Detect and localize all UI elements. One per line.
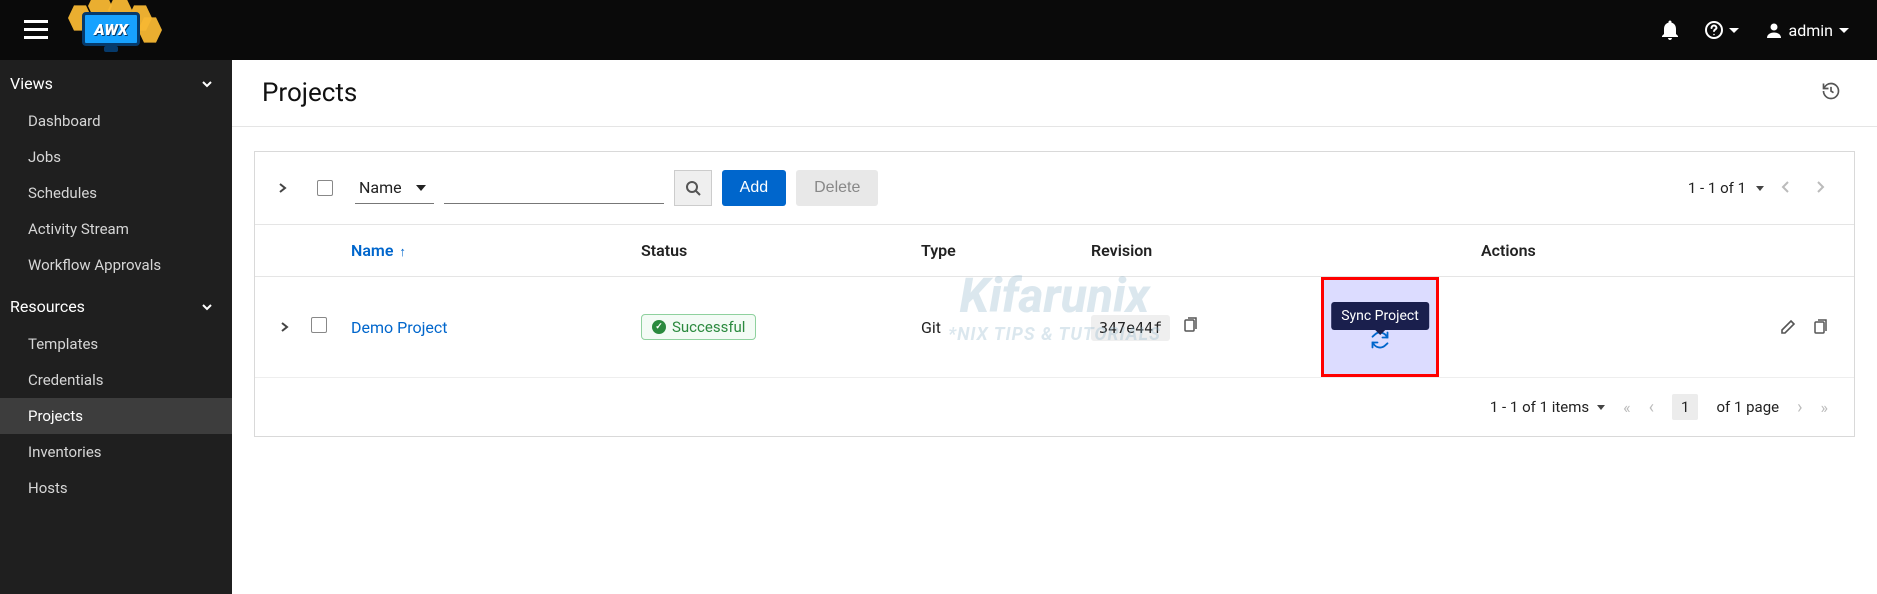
table-row: Demo Project Successful Git 347e44f xyxy=(255,277,1854,378)
filter-field-select[interactable]: Name xyxy=(355,172,434,204)
edit-icon[interactable] xyxy=(1774,313,1802,341)
hamburger-icon[interactable] xyxy=(18,14,54,46)
help-menu[interactable] xyxy=(1705,21,1739,39)
sidebar-section-views[interactable]: Views xyxy=(0,60,232,103)
copy-action-icon[interactable] xyxy=(1806,313,1834,341)
prev-page-button[interactable]: ‹ xyxy=(1649,397,1654,418)
column-header-type[interactable]: Type xyxy=(911,225,1081,277)
prev-page-button[interactable] xyxy=(1774,178,1798,199)
select-all-checkbox[interactable] xyxy=(317,180,333,196)
projects-panel: Name Add Delete 1 - 1 of 1 xyxy=(254,151,1855,437)
sidebar-item-inventories[interactable]: Inventories xyxy=(0,434,232,470)
status-badge[interactable]: Successful xyxy=(641,314,756,340)
footer-pagination: 1 - 1 of 1 items « ‹ 1 of 1 page › » xyxy=(255,378,1854,436)
sidebar-section-label: Views xyxy=(10,74,53,93)
sort-asc-icon: ↑ xyxy=(399,245,406,260)
first-page-button[interactable]: « xyxy=(1623,398,1631,417)
content-area: Kifarunix *NIX TIPS & TUTORIALS Projects… xyxy=(232,60,1877,594)
top-pagination-range[interactable]: 1 - 1 of 1 xyxy=(1688,179,1764,197)
sidebar-item-schedules[interactable]: Schedules xyxy=(0,175,232,211)
projects-table: Name↑ Status Type Revision Actions xyxy=(255,225,1854,378)
column-header-status[interactable]: Status xyxy=(631,225,911,277)
page-title: Projects xyxy=(262,78,357,108)
page-total-text: of 1 page xyxy=(1716,398,1779,416)
copy-icon[interactable] xyxy=(1182,318,1198,337)
items-range-select[interactable]: 1 - 1 of 1 items xyxy=(1490,398,1605,416)
project-name-link[interactable]: Demo Project xyxy=(351,318,448,337)
chevron-down-icon xyxy=(200,77,214,91)
search-button[interactable] xyxy=(674,170,712,206)
notifications-icon[interactable] xyxy=(1661,20,1679,40)
user-menu[interactable]: admin xyxy=(1765,21,1849,40)
delete-button: Delete xyxy=(796,170,878,206)
current-page-number: 1 xyxy=(1672,394,1698,420)
next-page-button[interactable]: › xyxy=(1797,397,1802,418)
sidebar-item-hosts[interactable]: Hosts xyxy=(0,470,232,506)
topbar: AWX admin xyxy=(0,0,1877,60)
column-header-revision[interactable]: Revision xyxy=(1081,225,1321,277)
row-checkbox[interactable] xyxy=(311,317,327,333)
chevron-down-icon xyxy=(200,300,214,314)
sidebar-item-jobs[interactable]: Jobs xyxy=(0,139,232,175)
chevron-down-icon xyxy=(1839,28,1849,33)
column-header-name[interactable]: Name↑ xyxy=(341,225,631,277)
user-label: admin xyxy=(1789,21,1833,40)
sidebar-item-dashboard[interactable]: Dashboard xyxy=(0,103,232,139)
project-type: Git xyxy=(911,277,1081,378)
next-page-button[interactable] xyxy=(1808,178,1832,199)
filter-field-label: Name xyxy=(359,178,402,197)
search-input[interactable] xyxy=(444,172,664,204)
chevron-down-icon xyxy=(1729,28,1739,33)
chevron-down-icon xyxy=(1597,405,1605,410)
sync-action-highlight: Sync Project xyxy=(1321,277,1439,377)
expand-row-icon[interactable] xyxy=(279,318,291,337)
revision-chip: 347e44f xyxy=(1091,315,1170,341)
sidebar-item-projects[interactable]: Projects xyxy=(0,398,232,434)
sidebar-item-workflow-approvals[interactable]: Workflow Approvals xyxy=(0,247,232,283)
expand-all-icon[interactable] xyxy=(277,179,295,197)
sidebar-item-activity-stream[interactable]: Activity Stream xyxy=(0,211,232,247)
chevron-down-icon xyxy=(416,185,426,191)
history-icon[interactable] xyxy=(1821,81,1847,105)
chevron-down-icon xyxy=(1756,186,1764,191)
sidebar-item-templates[interactable]: Templates xyxy=(0,326,232,362)
sidebar-section-label: Resources xyxy=(10,297,85,316)
sync-tooltip: Sync Project xyxy=(1331,302,1429,330)
toolbar: Name Add Delete 1 - 1 of 1 xyxy=(255,152,1854,225)
page-header: Projects xyxy=(232,60,1877,127)
sidebar-item-credentials[interactable]: Credentials xyxy=(0,362,232,398)
app-logo[interactable]: AWX xyxy=(68,4,158,56)
add-button[interactable]: Add xyxy=(722,170,786,206)
last-page-button[interactable]: » xyxy=(1821,398,1829,417)
column-header-actions: Actions xyxy=(1471,225,1854,277)
success-icon xyxy=(652,320,666,334)
status-text: Successful xyxy=(672,318,745,336)
sidebar: Views Dashboard Jobs Schedules Activity … xyxy=(0,60,232,594)
sidebar-section-resources[interactable]: Resources xyxy=(0,283,232,326)
